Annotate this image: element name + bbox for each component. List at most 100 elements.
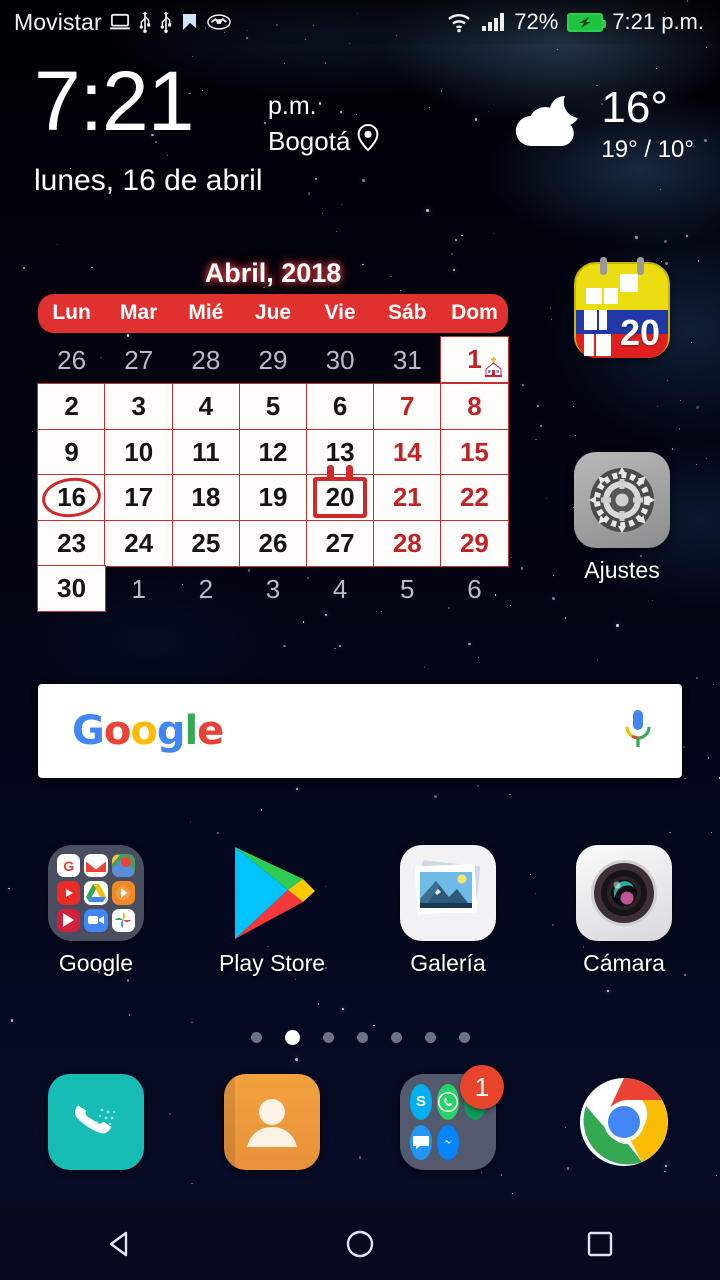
calendar-day-cell[interactable]: 27 xyxy=(305,519,375,567)
app-label-play-store: Play Store xyxy=(218,950,326,976)
calendar-day-number: 21 xyxy=(392,482,422,513)
dock[interactable]: 1 S xyxy=(0,1065,720,1194)
clock-city: Bogotá xyxy=(268,126,351,157)
calendar-day-cell[interactable]: 28 xyxy=(372,519,442,567)
page-dot[interactable] xyxy=(458,1032,470,1043)
page-dot[interactable] xyxy=(322,1032,334,1043)
chrome-icon[interactable] xyxy=(576,1074,672,1170)
calendar-day-cell[interactable]: 5 xyxy=(238,383,308,431)
calendar-day-cell[interactable]: 16 xyxy=(37,474,106,522)
weather-widget[interactable]: 16° 19° / 10° xyxy=(509,86,694,164)
page-dot[interactable] xyxy=(284,1030,300,1045)
calendar-day-cell[interactable]: 7 xyxy=(372,383,442,431)
calendar-day-cell[interactable]: 13 xyxy=(305,428,375,476)
clock-date: lunes, 16 de abril xyxy=(34,163,263,197)
calendar-day-cell[interactable]: 15 xyxy=(440,428,509,476)
calendar-day-cell[interactable]: 24 xyxy=(104,519,174,567)
play-store-icon[interactable] xyxy=(224,845,320,941)
contacts-icon[interactable] xyxy=(224,1074,320,1170)
app-gallery[interactable]: Galería xyxy=(382,845,514,977)
dock-phone[interactable] xyxy=(30,1074,162,1179)
app-camera[interactable]: Cámara xyxy=(558,845,690,977)
calendar-day-cell[interactable]: 3 xyxy=(239,566,306,613)
calendar-app[interactable]: 20 xyxy=(556,257,688,367)
calendar-day-cell[interactable]: 29 xyxy=(440,519,509,567)
calendar-app-icon[interactable]: 20 xyxy=(574,257,670,358)
recents-square-icon[interactable] xyxy=(540,1208,660,1280)
calendar-day-cell[interactable]: 20 xyxy=(305,465,375,522)
messaging-folder-icon[interactable]: 1 S xyxy=(400,1065,504,1170)
settings-app-icon[interactable] xyxy=(574,452,670,548)
microphone-icon[interactable] xyxy=(622,708,654,755)
settings-app[interactable]: Ajustes xyxy=(556,452,688,584)
usb-icon xyxy=(159,11,173,33)
calendar-day-cell[interactable]: 21 xyxy=(372,474,442,522)
calendar-day-cell[interactable]: 5 xyxy=(374,566,441,613)
calendar-day-cell[interactable]: 25 xyxy=(171,519,241,567)
mini-play-movies-icon xyxy=(57,908,81,932)
google-search-bar[interactable]: Google xyxy=(38,684,682,778)
clock-widget[interactable]: 7:21 p.m. Bogotá lunes, 16 de abril xyxy=(34,59,379,198)
dock-contacts[interactable] xyxy=(206,1074,338,1179)
calendar-day-grid[interactable]: 26 27 28 29 30 31 1 2 3 4 5 6 7 8 9 10 11 12 13 14 15 16 17 18 1… xyxy=(37,336,509,613)
calendar-day-cell[interactable]: 1 xyxy=(440,336,509,384)
calendar-day-cell[interactable]: 10 xyxy=(104,428,174,476)
usb-icon xyxy=(138,11,152,33)
gallery-icon[interactable] xyxy=(400,845,496,941)
calendar-weekday: Sáb xyxy=(388,301,427,324)
calendar-day-cell[interactable]: 28 xyxy=(172,337,239,384)
calendar-day-cell[interactable]: 29 xyxy=(239,337,306,384)
calendar-day-cell[interactable]: 6 xyxy=(305,383,375,431)
page-indicator[interactable] xyxy=(0,1030,720,1045)
dock-messaging-folder[interactable]: 1 S xyxy=(382,1065,514,1179)
back-triangle-icon[interactable] xyxy=(60,1208,180,1280)
phone-icon[interactable] xyxy=(48,1074,144,1170)
calendar-day-number: 13 xyxy=(325,436,355,467)
app-play-store[interactable]: Play Store xyxy=(206,845,338,977)
calendar-day-cell[interactable]: 12 xyxy=(238,428,308,476)
app-google-folder[interactable]: G Google xyxy=(30,845,162,977)
camera-icon[interactable] xyxy=(576,845,672,941)
calendar-day-cell[interactable]: 3 xyxy=(104,383,174,431)
calendar-day-number: 3 xyxy=(131,391,146,422)
app-label-gallery: Galería xyxy=(410,950,486,976)
page-dot[interactable] xyxy=(250,1032,262,1043)
calendar-day-cell[interactable]: 23 xyxy=(37,519,106,567)
weather-current-temp: 16° xyxy=(601,83,668,132)
app-label-camera: Cámara xyxy=(583,950,665,976)
calendar-day-cell[interactable]: 2 xyxy=(37,383,106,431)
calendar-day-cell[interactable]: 30 xyxy=(307,337,374,384)
calendar-weekday: Vie xyxy=(324,301,356,324)
calendar-day-cell[interactable]: 4 xyxy=(307,566,374,613)
calendar-day-cell[interactable]: 2 xyxy=(172,566,239,613)
calendar-day-cell[interactable]: 18 xyxy=(171,474,241,522)
calendar-day-cell[interactable]: 19 xyxy=(238,474,308,522)
calendar-day-cell[interactable]: 14 xyxy=(372,428,442,476)
calendar-day-cell[interactable]: 11 xyxy=(171,428,241,476)
calendar-weekday: Lun xyxy=(52,301,91,324)
calendar-day-cell[interactable]: 1 xyxy=(105,566,172,613)
calendar-day-cell[interactable]: 22 xyxy=(440,474,509,522)
calendar-day-cell[interactable]: 27 xyxy=(105,337,172,384)
calendar-day-cell[interactable]: 31 xyxy=(374,337,441,384)
dock-chrome[interactable] xyxy=(558,1074,690,1179)
calendar-day-cell[interactable]: 6 xyxy=(441,566,508,613)
navigation-bar[interactable] xyxy=(0,1208,720,1280)
calendar-day-cell[interactable]: 17 xyxy=(104,474,174,522)
page-dot[interactable] xyxy=(356,1032,368,1043)
calendar-day-cell[interactable]: 8 xyxy=(440,383,509,431)
page-dot[interactable] xyxy=(390,1032,402,1043)
calendar-day-cell[interactable]: 26 xyxy=(38,337,105,384)
location-pin-icon xyxy=(357,123,379,160)
calendar-day-cell[interactable]: 9 xyxy=(37,428,106,476)
calendar-day-cell[interactable]: 30 xyxy=(37,565,106,613)
home-circle-icon[interactable] xyxy=(300,1208,420,1280)
wifi-icon xyxy=(446,11,472,33)
calendar-widget[interactable]: Abril, 2018 Lun Mar Mié Jue Vie Sáb Dom 26 27 28… xyxy=(37,258,509,613)
calendar-day-cell[interactable]: 4 xyxy=(171,383,241,431)
google-folder-icon[interactable]: G xyxy=(48,845,144,941)
calendar-day-number: 24 xyxy=(124,527,154,558)
calendar-day-cell[interactable]: 26 xyxy=(238,519,308,567)
status-bar[interactable]: Movistar 72% 7:21 p.m. xyxy=(0,0,720,44)
page-dot[interactable] xyxy=(424,1032,436,1043)
